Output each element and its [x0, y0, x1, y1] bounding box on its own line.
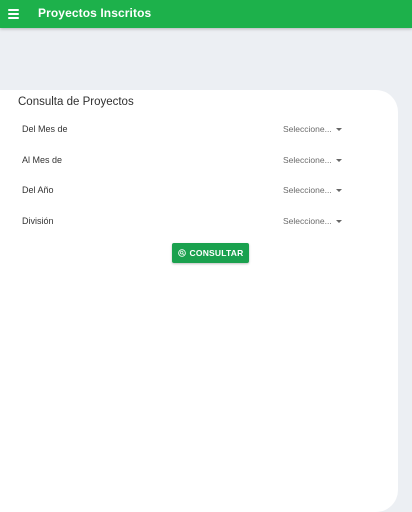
card-title: Consulta de Proyectos — [18, 96, 134, 108]
select-value: Seleccione... — [283, 124, 332, 134]
hamburger-menu-icon-line — [8, 17, 19, 19]
field-row-al-mes: Al Mes de Seleccione... — [22, 155, 352, 169]
caret-down-icon — [336, 220, 342, 223]
search-circle-icon — [177, 249, 186, 257]
field-row-del-ano: Del Año Seleccione... — [22, 185, 352, 199]
query-card: Consulta de Proyectos Del Mes de Selecci… — [0, 90, 398, 512]
field-label-del-mes: Del Mes de — [22, 124, 68, 134]
menu-button[interactable] — [8, 8, 20, 19]
field-label-del-ano: Del Año — [22, 185, 54, 195]
select-del-ano[interactable]: Seleccione... — [283, 185, 345, 198]
consultar-button[interactable]: CONSULTAR — [172, 243, 249, 263]
consultar-button-label: CONSULTAR — [189, 248, 244, 258]
select-al-mes[interactable]: Seleccione... — [283, 155, 345, 168]
hamburger-menu-icon — [8, 9, 19, 11]
field-row-division: División Seleccione... — [22, 216, 352, 230]
field-label-division: División — [22, 216, 54, 226]
select-value: Seleccione... — [283, 216, 332, 226]
select-del-mes[interactable]: Seleccione... — [283, 124, 345, 137]
caret-down-icon — [336, 189, 342, 192]
field-label-al-mes: Al Mes de — [22, 155, 63, 165]
app-bar: Proyectos Inscritos — [0, 0, 412, 28]
select-value: Seleccione... — [283, 155, 332, 165]
caret-down-icon — [336, 159, 342, 162]
caret-down-icon — [336, 128, 342, 131]
hamburger-menu-icon-line — [8, 13, 19, 15]
field-row-del-mes: Del Mes de Seleccione... — [22, 124, 352, 138]
app-title: Proyectos Inscritos — [38, 6, 152, 20]
select-value: Seleccione... — [283, 185, 332, 195]
select-division[interactable]: Seleccione... — [283, 216, 345, 229]
